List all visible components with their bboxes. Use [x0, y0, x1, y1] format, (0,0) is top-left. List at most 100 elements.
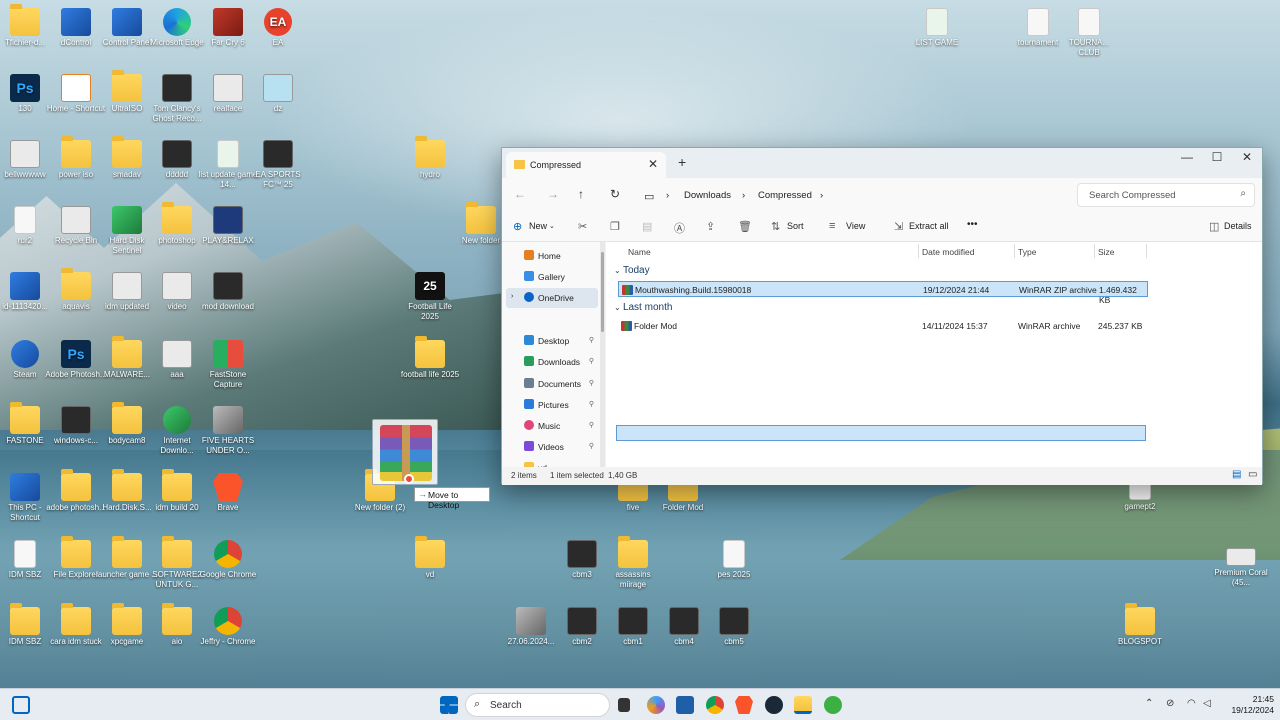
desktop-icon[interactable]: Premium Coral (45...: [1210, 548, 1272, 588]
search-icon: ⌕: [1240, 188, 1246, 199]
group-header[interactable]: ⌄ Last month: [614, 302, 672, 313]
search-icon: ⌕: [474, 698, 481, 710]
table-row[interactable]: [616, 425, 1146, 441]
more-options-button[interactable]: •••: [967, 219, 978, 230]
breadcrumb[interactable]: ▭ › Downloads › Compressed ›: [644, 185, 1078, 207]
desktop-icon[interactable]: assassins miirage: [602, 536, 664, 590]
clock[interactable]: 21:45 19/12/2024: [1222, 694, 1274, 716]
task-view-icon[interactable]: [618, 698, 630, 712]
desktop-icon[interactable]: BLOGSPOT: [1109, 603, 1171, 647]
desktop-icon[interactable]: PLAY&RELAX: [197, 206, 259, 246]
folder-icon: [1125, 603, 1155, 635]
chevron-up-icon[interactable]: ⌃: [1145, 698, 1153, 709]
store-icon[interactable]: [676, 696, 694, 714]
copilot-icon[interactable]: [647, 696, 665, 714]
nav-item-downloads[interactable]: Downloads ⚲: [506, 352, 598, 372]
copy-icon[interactable]: ❐: [610, 220, 620, 233]
nav-item-music[interactable]: Music ⚲: [506, 416, 598, 436]
table-row[interactable]: Folder Mod 14/11/2024 15:37 WinRAR archi…: [618, 318, 1148, 334]
desktop-icon[interactable]: EA EA: [247, 8, 309, 48]
back-arrow-icon[interactable]: ←: [514, 187, 526, 201]
desktop-icon[interactable]: TOURNA... CLUB: [1058, 8, 1120, 58]
tiles-view-icon[interactable]: ▭: [1248, 469, 1257, 480]
close-tab-icon[interactable]: ✕: [648, 157, 658, 171]
new-button[interactable]: New: [529, 221, 547, 231]
desktop-icon[interactable]: FIVE HEARTS UNDER O...: [197, 406, 259, 456]
volume-icon[interactable]: ◁: [1203, 698, 1211, 709]
details-button[interactable]: Details: [1224, 221, 1252, 231]
forward-arrow-icon[interactable]: →: [547, 187, 559, 201]
extract-all-button[interactable]: Extract all: [909, 221, 949, 231]
minimize-button[interactable]: —: [1172, 150, 1202, 164]
maximize-button[interactable]: ☐: [1202, 150, 1232, 164]
nav-item-vd[interactable]: vd: [506, 458, 598, 467]
desktop-icon[interactable]: 25 Football Life 2025: [399, 272, 461, 322]
rename-icon[interactable]: Ⓐ: [674, 220, 685, 236]
nav-item-documents[interactable]: Documents ⚲: [506, 374, 598, 394]
image-file-icon: [618, 607, 648, 635]
start-windows-icon[interactable]: [440, 696, 458, 714]
desktop-icon[interactable]: pes 2025: [703, 540, 765, 580]
network-icon[interactable]: ⊘: [1166, 698, 1174, 709]
group-header[interactable]: ⌄ Today: [614, 265, 650, 276]
wifi-icon[interactable]: ◠: [1187, 698, 1196, 709]
scrollbar-thumb[interactable]: [601, 252, 604, 332]
table-row[interactable]: Mouthwashing.Build.15980018 19/12/2024 2…: [618, 281, 1148, 305]
breadcrumb-downloads[interactable]: Downloads: [684, 190, 731, 201]
file-list: Name Date modified Type Size ⌄ Today Mou…: [606, 242, 1262, 467]
widgets-icon[interactable]: [12, 696, 30, 714]
chrome-icon[interactable]: [706, 696, 724, 714]
tab-compressed[interactable]: Compressed ✕: [506, 152, 666, 178]
file-explorer-icon[interactable]: [794, 696, 812, 714]
nav-item-desktop[interactable]: Desktop ⚲: [506, 331, 598, 351]
paste-icon[interactable]: ▤: [642, 220, 652, 233]
sort-button[interactable]: Sort: [787, 221, 804, 231]
nav-scrollbar[interactable]: [600, 242, 605, 467]
desktop-icon[interactable]: dz: [247, 74, 309, 114]
taskbar-search[interactable]: ⌕ Search: [465, 693, 610, 717]
column-size[interactable]: Size: [1098, 247, 1115, 257]
folder-icon: [61, 136, 91, 168]
desktop-icon[interactable]: LIST GAME: [906, 8, 968, 48]
desktop-icon[interactable]: EA SPORTS FC™ 25: [247, 140, 309, 190]
nav-item-videos[interactable]: Videos ⚲: [506, 437, 598, 457]
steam-icon[interactable]: [765, 696, 783, 714]
close-window-button[interactable]: ✕: [1232, 150, 1262, 164]
desktop-icon[interactable]: Google Chrome: [197, 540, 259, 580]
nav-item-onedrive[interactable]: › OneDrive: [506, 288, 598, 308]
nav-item-home[interactable]: Home: [506, 246, 598, 266]
breadcrumb-compressed[interactable]: Compressed: [758, 190, 812, 201]
view-button[interactable]: View: [846, 221, 865, 231]
details-view-icon[interactable]: ▤: [1232, 469, 1241, 480]
winrar-archive-icon: [622, 285, 633, 295]
refresh-icon[interactable]: ↻: [610, 187, 620, 201]
share-icon[interactable]: ⇪: [706, 220, 715, 233]
desktop-icon[interactable]: Jeffry - Chrome: [197, 607, 259, 647]
search-input[interactable]: Search Compressed ⌕: [1077, 183, 1255, 207]
status-item-count: 2 items: [511, 471, 537, 480]
new-tab-button[interactable]: +: [678, 154, 686, 170]
nav-item-gallery[interactable]: Gallery: [506, 267, 598, 287]
desktop-icon[interactable]: FastStone Capture: [197, 340, 259, 390]
desktop-icon[interactable]: football life 2025: [399, 336, 461, 380]
desktop-icon[interactable]: cbm5: [703, 607, 765, 647]
image-file-icon: [669, 607, 699, 635]
column-date-modified[interactable]: Date modified: [922, 247, 974, 257]
delete-icon[interactable]: 🗑: [738, 220, 752, 233]
cut-icon[interactable]: ✂: [578, 220, 587, 233]
file-explorer-window[interactable]: Compressed ✕ + — ☐ ✕ ← → ↑ ↻ ▭ › Downloa…: [501, 147, 1263, 485]
folder-icon: [466, 202, 496, 234]
desktop-icon[interactable]: Brave: [197, 473, 259, 513]
column-type[interactable]: Type: [1018, 247, 1036, 257]
desktop-icon[interactable]: mod download: [197, 272, 259, 312]
column-name[interactable]: Name: [628, 247, 651, 257]
chevron-down-icon: ⌄: [614, 266, 623, 275]
desktop-icon[interactable]: hydro: [399, 136, 461, 180]
idm-icon[interactable]: [824, 696, 842, 714]
desktop-icon[interactable]: gamept2: [1109, 482, 1171, 512]
nav-item-pictures[interactable]: Pictures ⚲: [506, 395, 598, 415]
folder-icon: [162, 202, 192, 234]
brave-icon[interactable]: [735, 696, 753, 714]
desktop-icon[interactable]: vd: [399, 536, 461, 580]
up-arrow-icon[interactable]: ↑: [578, 187, 584, 201]
